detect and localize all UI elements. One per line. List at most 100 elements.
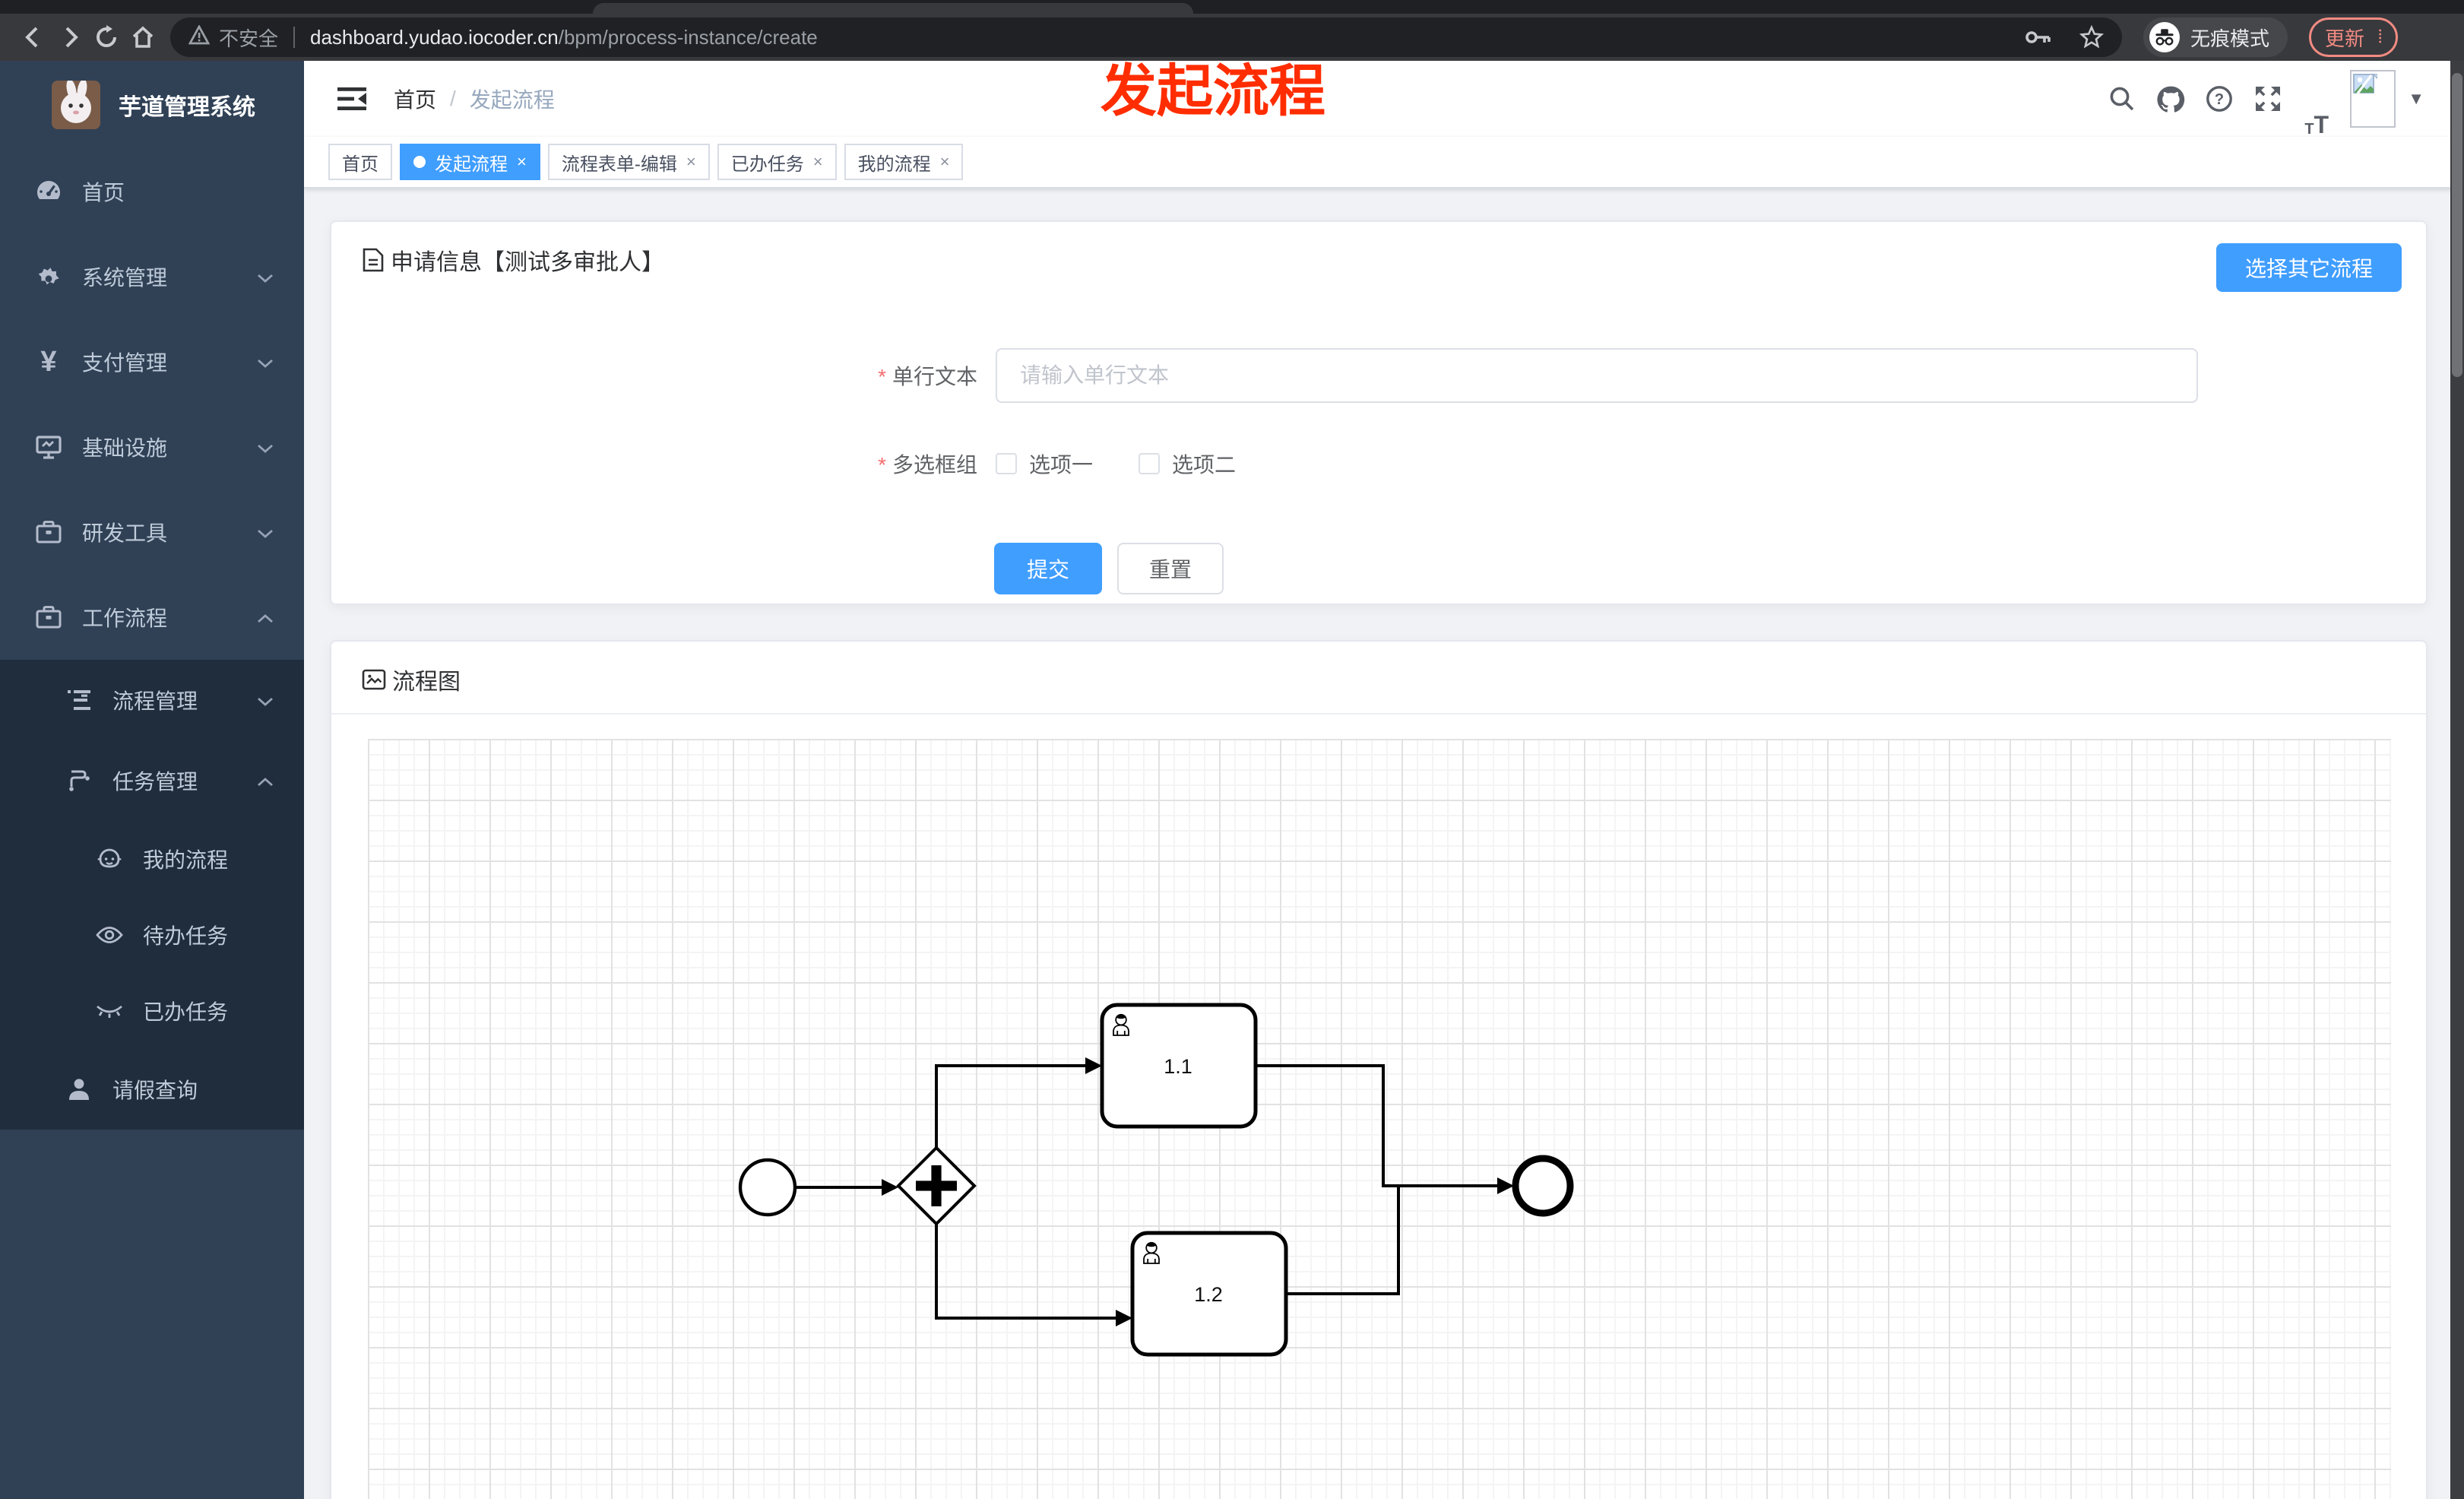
browser-active-tab[interactable] [593,3,1193,14]
checkbox-icon[interactable] [996,453,1017,474]
fullscreen-icon[interactable] [2244,61,2292,137]
sidebar-item-infrastructure[interactable]: 基础设施 [0,404,304,490]
sidebar-fold-icon[interactable] [337,86,366,112]
sidebar-item-workflow[interactable]: 工作流程 [0,575,304,660]
incognito-label: 无痕模式 [2190,27,2270,50]
chevron-up-icon [257,769,274,793]
sidebar-item-label: 已办任务 [143,1000,229,1024]
close-icon[interactable]: × [940,152,950,172]
monitor-icon [30,434,67,460]
sidebar-item-system[interactable]: 系统管理 [0,234,304,319]
sidebar-item-todo-tasks[interactable]: 待办任务 [0,897,304,973]
task-label: 1.1 [1164,1055,1192,1078]
single-line-text-input[interactable] [996,348,2198,403]
tag-done-tasks[interactable]: 已办任务 × [717,144,837,180]
app-logo [52,81,100,129]
close-icon[interactable]: × [517,152,527,172]
apply-form: *单行文本 *多选框组 选项一 选项二 提交 重置 [331,348,2426,594]
sidebar: 芋道管理系统 首页 系统管理 ¥ 支付管理 基础设施 研发工具 工作流程 流程管… [0,61,304,1499]
task-label: 1.2 [1194,1283,1223,1306]
incognito-icon [2149,22,2180,52]
user-task-1-1[interactable]: 1.1 [1100,1003,1258,1129]
checkbox-label: 选项一 [1029,453,1094,477]
parallel-gateway[interactable] [896,1146,977,1226]
sidebar-item-label: 系统管理 [82,266,168,290]
toolbox-icon [30,605,67,629]
start-event[interactable] [738,1158,797,1217]
sidebar-item-label: 我的流程 [143,848,229,872]
submit-button[interactable]: 提交 [994,543,1102,594]
github-icon[interactable] [2146,61,2195,137]
tag-create-process[interactable]: 发起流程 × [400,144,540,180]
sidebar-item-home[interactable]: 首页 [0,149,304,234]
close-icon[interactable]: × [686,152,696,172]
choose-other-process-button[interactable]: 选择其它流程 [2215,243,2402,292]
active-tag-dot [413,156,426,168]
home-icon[interactable] [125,19,161,55]
forward-icon[interactable] [52,19,88,55]
reload-icon[interactable] [88,19,125,55]
checkbox-option-2[interactable]: 选项二 [1139,448,1236,479]
tag-my-process[interactable]: 我的流程 × [844,144,964,180]
chevron-down-icon[interactable]: ▼ [2408,89,2424,109]
sidebar-item-done-tasks[interactable]: 已办任务 [0,973,304,1049]
chevron-down-icon [257,265,274,289]
tag-label: 发起流程 [435,154,508,175]
update-button[interactable]: 更新 ⦙ [2309,17,2399,57]
reset-button[interactable]: 重置 [1117,543,1224,594]
chevron-up-icon [257,605,274,629]
sidebar-logo-row[interactable]: 芋道管理系统 [0,61,304,149]
tag-label: 流程表单-编辑 [561,154,677,175]
breadcrumb-home[interactable]: 首页 [394,84,436,114]
list-icon [61,689,97,711]
back-icon[interactable] [15,19,52,55]
key-icon[interactable] [2025,28,2052,46]
sidebar-item-leave-query[interactable]: 请假查询 [0,1049,304,1130]
branch-icon [61,769,97,793]
yen-icon: ¥ [40,345,57,378]
end-event[interactable] [1512,1155,1574,1217]
navbar-right-tools: ? TT ▼ [2098,61,2424,137]
card-title: 流程图 [362,663,461,696]
tag-form-edit[interactable]: 流程表单-编辑 × [547,144,710,180]
chevron-down-icon [257,688,274,712]
app-navbar: 首页 / 发起流程 ? TT ▼ [304,61,2464,137]
help-icon[interactable]: ? [2195,61,2244,137]
sidebar-item-label: 任务管理 [112,770,198,794]
security-label[interactable]: 不安全 [219,24,278,52]
sidebar-item-label: 基础设施 [82,436,168,460]
required-asterisk: * [878,365,886,388]
user-icon [61,1077,97,1101]
page-scrollbar[interactable] [2450,61,2464,1499]
sidebar-item-my-process[interactable]: 我的流程 [0,821,304,897]
sidebar-item-label: 支付管理 [82,351,168,375]
page-content: 申请信息【测试多审批人】 选择其它流程 *单行文本 *多选框组 选项一 选项二 [304,189,2464,1499]
sidebar-item-task-mgmt[interactable]: 任务管理 [0,740,304,821]
close-icon[interactable]: × [813,152,823,172]
user-task-1-2[interactable]: 1.2 [1130,1231,1288,1357]
checkbox-option-1[interactable]: 选项一 [996,448,1093,479]
bpmn-canvas[interactable]: 1.1 1.2 [368,739,2391,1499]
url-path: /bpm/process-instance/create [558,25,818,49]
breadcrumb-separator: / [450,87,456,110]
card-title-text: 流程图 [392,670,461,695]
sidebar-item-process-mgmt[interactable]: 流程管理 [0,660,304,740]
checkbox-icon[interactable] [1139,453,1161,474]
search-icon[interactable] [2098,61,2146,137]
avatar[interactable] [2350,70,2396,128]
scrollbar-thumb[interactable] [2452,73,2462,377]
card-title-text: 申请信息【测试多审批人】 [391,250,664,275]
tag-home[interactable]: 首页 [328,144,392,180]
app-title: 芋道管理系统 [119,95,255,120]
dashboard-icon [30,178,67,205]
browser-menu-icon[interactable]: ⦙ [2378,28,2382,46]
font-size-icon[interactable]: TT [2292,61,2341,137]
sidebar-item-devtools[interactable]: 研发工具 [0,490,304,575]
sidebar-item-label: 工作流程 [82,607,168,630]
sidebar-item-payment[interactable]: ¥ 支付管理 [0,319,304,404]
checkbox-label: 选项二 [1172,453,1237,477]
sidebar-item-label: 待办任务 [143,924,229,948]
eye-icon [91,926,128,944]
bookmark-star-icon[interactable] [2079,25,2104,49]
breadcrumb: 首页 / 发起流程 [394,84,555,114]
